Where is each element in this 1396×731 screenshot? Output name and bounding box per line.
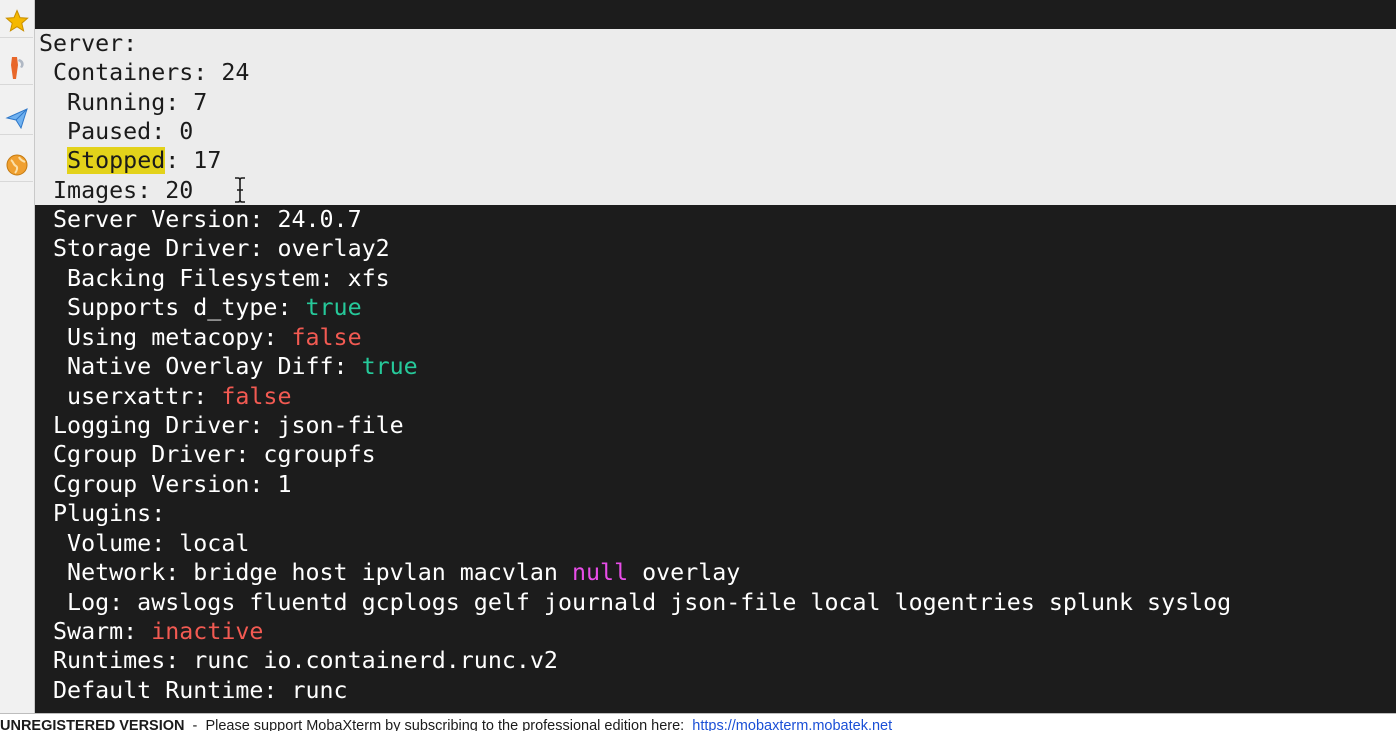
mobaxterm-link[interactable]: https://mobaxterm.mobatek.net [692, 718, 892, 731]
paper-plane-icon [4, 107, 28, 129]
line-storage-driver: Storage Driver: overlay2 [39, 235, 390, 262]
line-images: Images: 20 [39, 177, 194, 204]
line-network: Network: bridge host ipvlan macvlan null… [39, 559, 741, 586]
line-logging-driver: Logging Driver: json-file [39, 412, 404, 439]
line-running: Running: 7 [39, 89, 208, 116]
line-stopped: Stopped: 17 [67, 147, 222, 174]
line-runtimes: Runtimes: runc io.containerd.runc.v2 [39, 647, 558, 674]
line-backing-filesystem: Backing Filesystem: xfs [39, 265, 390, 292]
line-swarm: Swarm: inactive [39, 618, 264, 645]
line-containers: Containers: 24 [39, 59, 250, 86]
text-cursor-icon [235, 177, 245, 203]
terminal-output[interactable]: Server: Containers: 24 Running: 7 Paused… [35, 0, 1396, 713]
line-server: Server: [39, 30, 138, 57]
unregistered-label: UNREGISTERED VERSION [0, 718, 185, 731]
line-supports-d-type: Supports d_type: true [39, 294, 362, 321]
line-server-version: Server Version: 24.0.7 [39, 206, 362, 233]
line-log: Log: awslogs fluentd gcplogs gelf journa… [39, 589, 1232, 616]
line-volume: Volume: local [39, 530, 250, 557]
globe-icon [6, 154, 27, 175]
line-cgroup-driver: Cgroup Driver: cgroupfs [39, 441, 376, 468]
line-userxattr: userxattr: false [39, 383, 292, 410]
status-bar: UNREGISTERED VERSION - Please support Mo… [0, 713, 1396, 731]
line-cgroup-version: Cgroup Version: 1 [39, 471, 292, 498]
line-using-metacopy: Using metacopy: false [39, 324, 362, 351]
favorites-button[interactable] [0, 4, 33, 38]
support-message: - Please support MobaXterm by subscribin… [184, 718, 693, 731]
line-paused: Paused: 0 [39, 118, 194, 145]
star-icon [4, 8, 29, 32]
browser-button[interactable] [0, 148, 33, 182]
tools-icon [10, 56, 24, 79]
line-native-overlay-diff: Native Overlay Diff: true [39, 353, 418, 380]
send-button[interactable] [0, 101, 33, 135]
line-default-runtime: Default Runtime: runc [39, 677, 348, 704]
search-highlight: Stopped [67, 147, 166, 174]
line-plugins: Plugins: [39, 500, 166, 527]
tools-button[interactable] [0, 51, 33, 85]
left-toolbar [0, 0, 35, 713]
